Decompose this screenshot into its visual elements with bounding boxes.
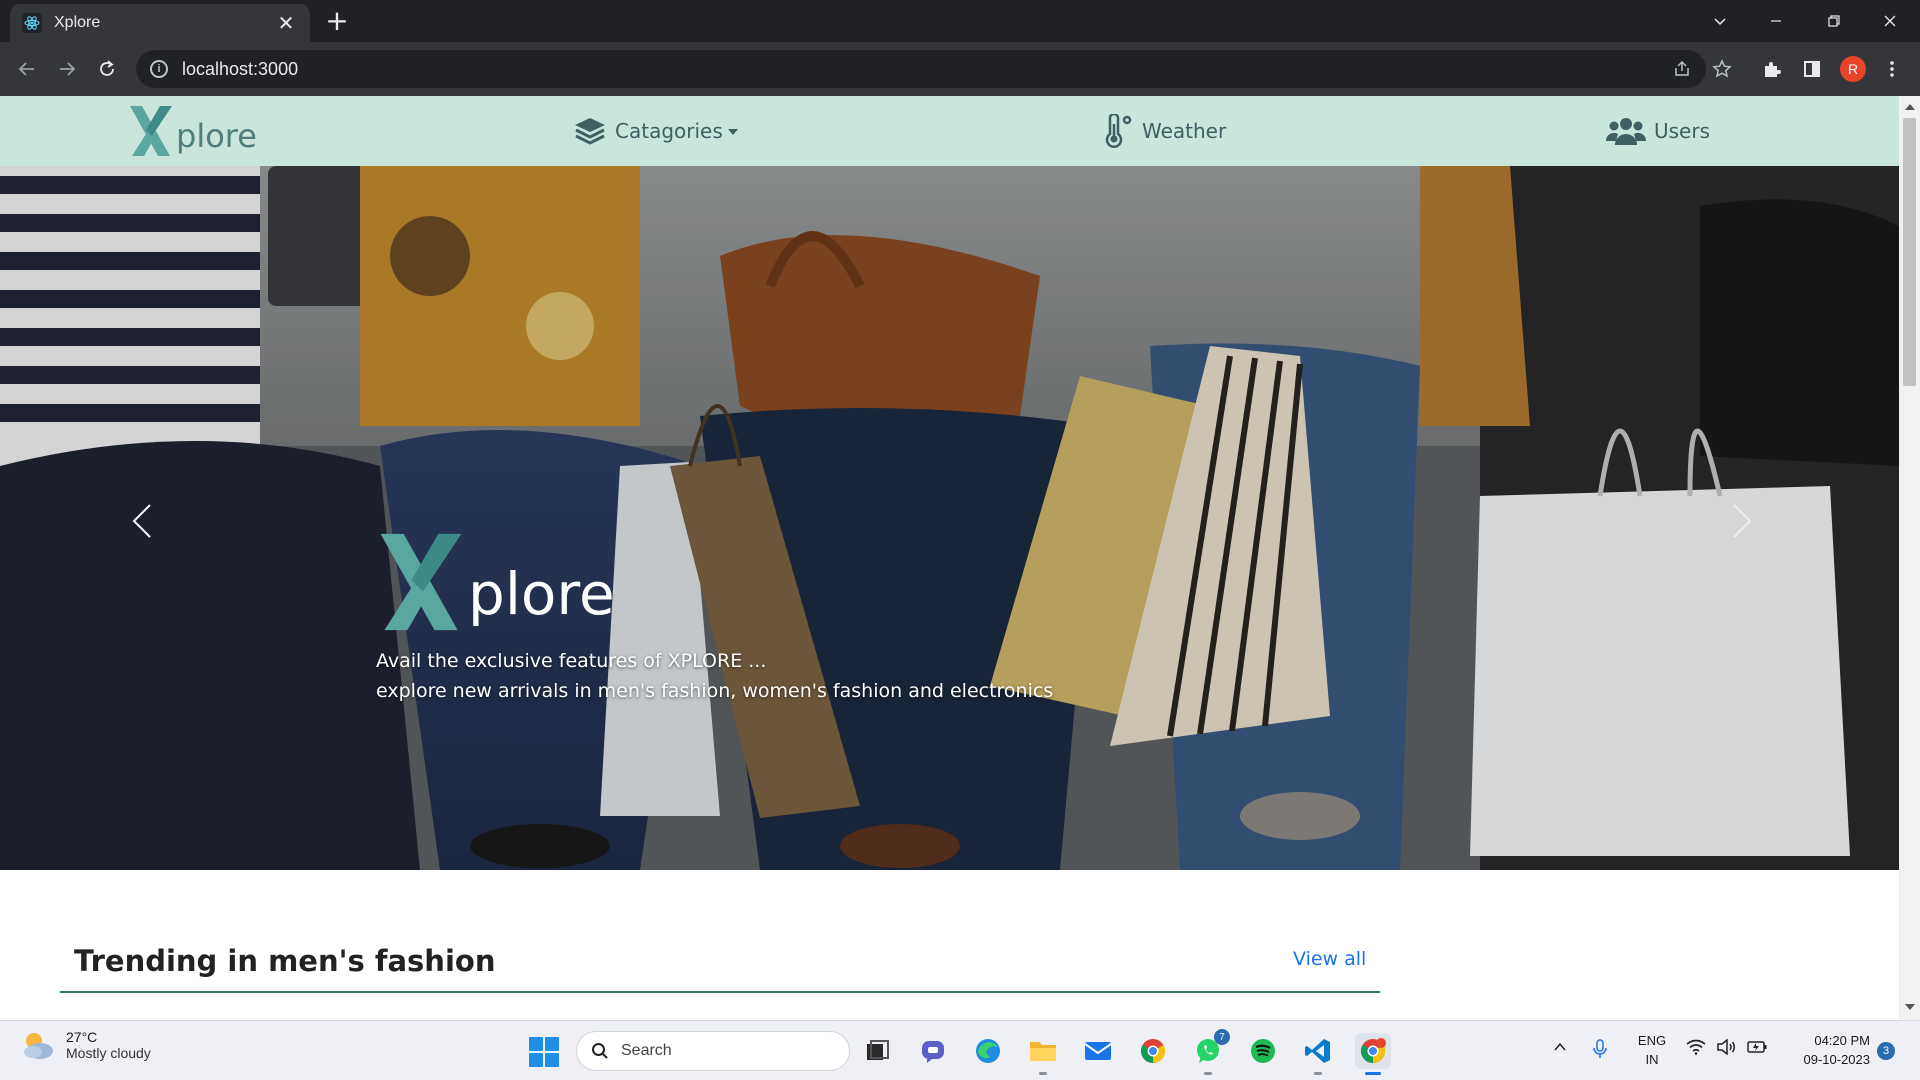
browser-tab-strip: Xplore ✕ +	[0, 0, 1920, 42]
weather-description: Mostly cloudy	[66, 1045, 151, 1061]
windows-taskbar: 27°C Mostly cloudy Search 7 ENG IN 04:20…	[0, 1020, 1920, 1080]
taskbar-search-box[interactable]: Search	[576, 1031, 850, 1071]
tab-close-icon[interactable]: ✕	[274, 11, 298, 35]
vscode-icon[interactable]	[1300, 1033, 1336, 1075]
battery-charging-icon[interactable]	[1746, 1039, 1768, 1055]
nav-categories-dropdown[interactable]: Catagories	[573, 114, 738, 148]
hero-shopping-photo	[0, 166, 1899, 870]
scroll-down-arrow-icon[interactable]	[1905, 1004, 1915, 1010]
profile-avatar[interactable]: R	[1840, 56, 1866, 82]
whatsapp-badge: 7	[1214, 1029, 1230, 1045]
microphone-icon[interactable]	[1592, 1039, 1608, 1059]
share-icon[interactable]	[1668, 55, 1696, 83]
close-window-icon[interactable]	[1862, 0, 1918, 42]
chrome-menu-icon[interactable]	[1878, 55, 1906, 83]
page-viewport: plore Catagories Weather Users plore Ava…	[0, 96, 1899, 1020]
file-explorer-icon[interactable]	[1025, 1033, 1061, 1075]
hero-logo-text: plore	[468, 560, 615, 628]
view-all-link[interactable]: View all	[1293, 948, 1366, 970]
taskbar-search-label: Search	[621, 1042, 672, 1059]
hero-logo: plore	[376, 530, 615, 634]
hero-caption-line2: explore new arrivals in men's fashion, w…	[376, 680, 1054, 702]
tab-title: Xplore	[54, 14, 101, 31]
nav-weather[interactable]: Weather	[1102, 114, 1226, 148]
tab-search-chevron-icon[interactable]	[1692, 0, 1748, 42]
volume-icon[interactable]	[1716, 1039, 1736, 1055]
xplore-x-logo-icon	[130, 106, 172, 156]
users-icon	[1606, 115, 1646, 147]
brand-logo[interactable]: plore	[128, 104, 257, 158]
layers-icon	[573, 116, 607, 146]
carousel-next-chevron-icon[interactable]	[1722, 496, 1762, 546]
brand-name: plore	[176, 117, 257, 155]
lang-code: ENG	[1637, 1033, 1667, 1048]
nav-categories-label: Catagories	[615, 119, 723, 143]
thermometer-icon	[1102, 114, 1134, 148]
back-arrow-icon[interactable]	[9, 51, 45, 87]
hero-caption: Avail the exclusive features of XPLORE .…	[376, 646, 1053, 706]
forward-arrow-icon[interactable]	[49, 51, 85, 87]
clock-date: 09-10-2023	[1803, 1052, 1871, 1067]
notification-count-badge[interactable]: 3	[1877, 1042, 1895, 1060]
carousel-prev-chevron-icon[interactable]	[122, 496, 162, 546]
new-tab-button[interactable]: +	[322, 6, 352, 36]
section-divider	[60, 991, 1380, 993]
browser-toolbar: i localhost:3000	[0, 42, 1920, 96]
clock-time: 04:20 PM	[1814, 1033, 1870, 1048]
nav-users[interactable]: Users	[1606, 114, 1710, 148]
reload-icon[interactable]	[89, 51, 125, 87]
edge-browser-icon[interactable]	[970, 1033, 1006, 1069]
chrome-icon[interactable]	[1135, 1033, 1171, 1069]
hero-carousel: plore Avail the exclusive features of XP…	[0, 166, 1899, 870]
input-language[interactable]: ENG IN	[1634, 1031, 1670, 1069]
spotify-icon[interactable]	[1245, 1033, 1281, 1069]
restore-window-icon[interactable]	[1806, 0, 1862, 42]
react-favicon-icon	[22, 13, 42, 33]
scroll-up-arrow-icon[interactable]	[1905, 104, 1915, 110]
nav-users-label: Users	[1654, 119, 1711, 143]
bookmark-star-icon[interactable]	[1708, 55, 1736, 83]
browser-tab-xplore[interactable]: Xplore ✕	[10, 4, 310, 42]
system-clock[interactable]: 04:20 PM 09-10-2023	[1780, 1031, 1871, 1069]
mail-icon[interactable]	[1080, 1033, 1116, 1069]
page-scrollbar[interactable]	[1899, 96, 1920, 1020]
side-panel-icon[interactable]	[1798, 55, 1826, 83]
search-icon	[592, 1043, 608, 1059]
windows-start-icon[interactable]	[529, 1037, 559, 1067]
minimize-window-icon[interactable]	[1748, 0, 1804, 42]
site-navbar: plore Catagories Weather Users	[0, 96, 1899, 166]
section-title: Trending in men's fashion	[74, 944, 496, 978]
weather-temperature: 27°C	[66, 1029, 98, 1045]
lang-region: IN	[1645, 1052, 1659, 1067]
weather-widget[interactable]: 27°C Mostly cloudy	[20, 1029, 151, 1061]
address-url: localhost:3000	[182, 58, 299, 79]
address-bar[interactable]: i localhost:3000	[136, 50, 1706, 88]
nav-weather-label: Weather	[1142, 119, 1227, 143]
caret-down-icon	[727, 129, 738, 135]
task-view-icon[interactable]	[860, 1033, 896, 1069]
whatsapp-icon[interactable]: 7	[1190, 1029, 1230, 1075]
hero-x-logo-icon	[380, 533, 462, 631]
chrome-profile-icon[interactable]	[1355, 1033, 1391, 1075]
scrollbar-thumb[interactable]	[1903, 118, 1916, 386]
teams-chat-icon[interactable]	[915, 1033, 951, 1069]
partly-cloudy-icon	[24, 1033, 53, 1059]
hero-caption-line1: Avail the exclusive features of XPLORE .…	[376, 650, 767, 672]
wifi-icon[interactable]	[1686, 1039, 1706, 1055]
extensions-puzzle-icon[interactable]	[1758, 55, 1786, 83]
site-info-icon[interactable]: i	[150, 60, 168, 78]
show-hidden-icons-chevron-icon[interactable]	[1552, 1039, 1568, 1055]
